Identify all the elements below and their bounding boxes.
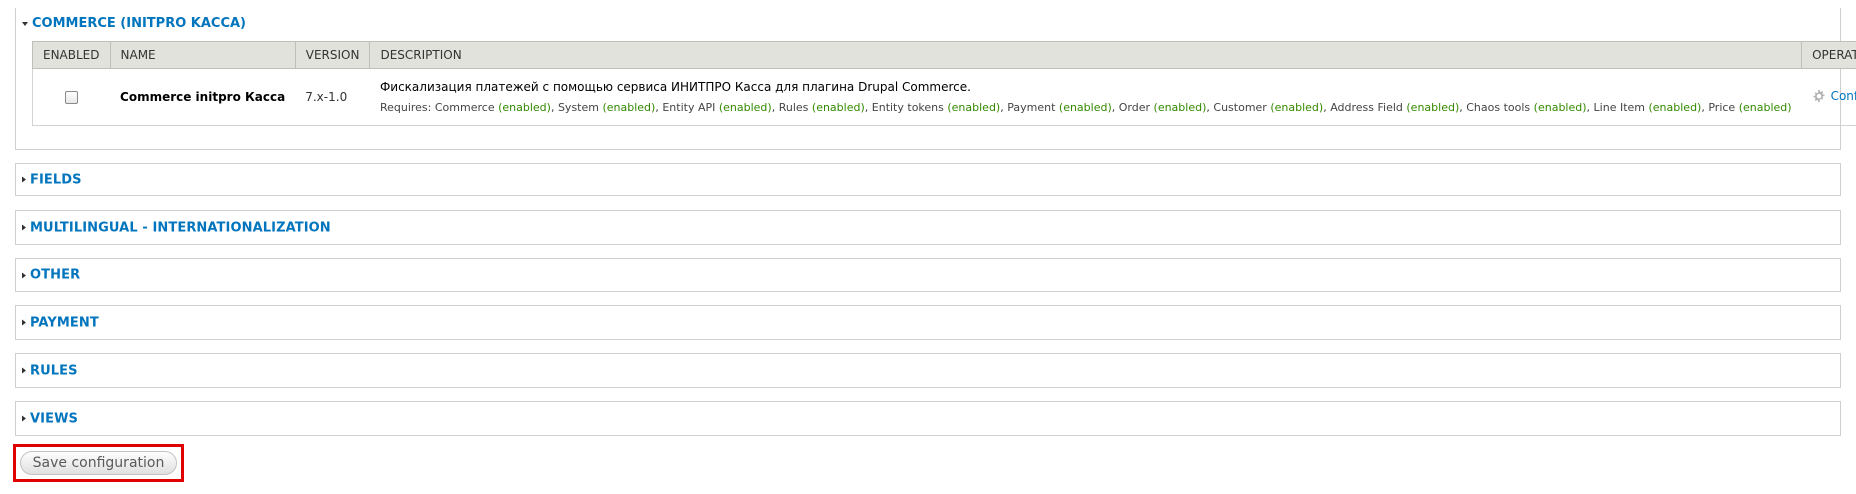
requirement-item: Rules (enabled), (778, 101, 872, 114)
requirement-item: Payment (enabled), (1007, 101, 1119, 114)
requirement-status: (enabled) (1270, 101, 1324, 114)
requirement-status: (enabled) (1648, 101, 1702, 114)
requirement-status: (enabled) (811, 101, 865, 114)
caret-right-icon (22, 272, 26, 278)
module-description: Фискализация платежей с помощью сервиса … (379, 80, 971, 94)
fieldset-title-payment: PAYMENT (30, 315, 99, 330)
caret-right-icon (22, 176, 26, 183)
enabled-checkbox[interactable] (65, 90, 78, 104)
fieldset-commerce: COMMERCE (INITPRO KACCA) ENABLED NAME VE… (15, 8, 1856, 150)
module-version: 7.x-1.0 (305, 90, 348, 104)
fieldset-payment: PAYMENT (15, 305, 1841, 340)
caret-right-icon (22, 367, 26, 374)
col-name: NAME (109, 41, 296, 69)
fieldset-title-other: OTHER (30, 267, 81, 283)
requirement-item: Commerce (enabled), (434, 101, 558, 114)
requirement-name: Rules (778, 101, 809, 114)
description-cell: Фискализация платежей с помощью сервиса … (369, 68, 1802, 126)
requirement-name: Address Field (1330, 101, 1403, 114)
requirement-item: Chaos tools (enabled), (1466, 101, 1594, 114)
caret-right-icon (22, 224, 26, 231)
fieldset-other: OTHER (15, 258, 1841, 292)
configure-label: Configure (1830, 88, 1856, 103)
fieldset-toggle-rules[interactable]: RULES (22, 363, 78, 378)
fieldset-toggle-payment[interactable]: PAYMENT (22, 315, 99, 330)
requirement-name: Commerce (434, 101, 495, 114)
requirement-status: (enabled) (947, 101, 1001, 114)
requirement-item: Line Item (enabled), (1593, 101, 1709, 114)
requires-list: Commerce (enabled), System (enabled), En… (435, 101, 1792, 114)
operations-cell: Configure (1801, 68, 1856, 126)
requirement-name: Order (1118, 101, 1151, 114)
fieldset-toggle-fields[interactable]: FIELDS (22, 172, 82, 187)
fieldset-title-views: VIEWS (30, 411, 78, 426)
requirement-item: Entity tokens (enabled), (871, 101, 1008, 114)
col-description: DESCRIPTION (369, 41, 1803, 69)
requirement-name: Price (1708, 101, 1736, 114)
version-cell: 7.x-1.0 (295, 68, 370, 126)
save-configuration-button[interactable]: Save configuration (20, 451, 177, 475)
fieldset-title-commerce: COMMERCE (INITPRO KACCA) (32, 16, 246, 31)
caret-right-icon (22, 415, 26, 422)
col-version: VERSION (294, 41, 371, 69)
fieldset-title-fields: FIELDS (30, 172, 82, 187)
fieldset-title-multilingual: MULTILINGUAL - INTERNATIONALIZATION (30, 220, 331, 235)
requirement-status: (enabled) (1058, 101, 1112, 114)
gear-icon (1813, 89, 1825, 102)
configure-link[interactable]: Configure (1812, 89, 1856, 103)
requirement-name: Chaos tools (1466, 101, 1531, 114)
module-name: Commerce initpro Касса (120, 90, 286, 104)
fieldset-title-rules: RULES (30, 363, 78, 378)
requirement-status: (enabled) (1738, 101, 1792, 114)
enabled-cell (32, 68, 111, 126)
requirement-name: Entity API (662, 101, 716, 114)
requirement-name: Line Item (1593, 101, 1645, 114)
requires-label: Requires: (379, 101, 432, 114)
table-row: Commerce initpro Касса 7.x-1.0 Фискализа… (32, 68, 1856, 126)
requirement-item: System (enabled), (557, 101, 663, 114)
requirement-item: Price (enabled) (1708, 101, 1791, 114)
fieldset-toggle-multilingual[interactable]: MULTILINGUAL - INTERNATIONALIZATION (22, 220, 331, 235)
caret-right-icon (22, 319, 26, 326)
col-operations: OPERATIONS (1801, 41, 1856, 69)
fieldset-fields: FIELDS (15, 163, 1841, 196)
save-highlight: Save configuration (13, 444, 184, 482)
fieldset-rules: RULES (15, 353, 1841, 388)
requirement-name: Customer (1213, 101, 1267, 114)
caret-down-icon (22, 21, 28, 26)
fieldset-multilingual: MULTILINGUAL - INTERNATIONALIZATION (15, 210, 1841, 245)
requirement-status: (enabled) (1533, 101, 1587, 114)
requirement-status: (enabled) (1153, 101, 1207, 114)
name-cell: Commerce initpro Касса (110, 68, 296, 126)
requirement-item: Order (enabled), (1118, 101, 1214, 114)
fieldset-toggle-views[interactable]: VIEWS (22, 411, 78, 426)
requirement-name: Entity tokens (871, 101, 944, 114)
fieldset-views: VIEWS (15, 401, 1841, 436)
fieldset-toggle-other[interactable]: OTHER (22, 268, 80, 283)
requirement-status: (enabled) (1406, 101, 1460, 114)
requirement-status: (enabled) (718, 101, 772, 114)
requirement-status: (enabled) (498, 101, 551, 114)
requirement-item: Customer (enabled), (1213, 101, 1331, 114)
module-requirements: Requires: Commerce (enabled), System (en… (380, 101, 1792, 114)
requirement-name: Payment (1007, 101, 1056, 114)
requirement-item: Entity API (enabled), (662, 101, 779, 114)
fieldset-toggle-commerce[interactable]: COMMERCE (INITPRO KACCA) (22, 16, 246, 31)
col-enabled: ENABLED (32, 41, 111, 69)
requirement-status: (enabled) (602, 101, 656, 114)
requirement-name: System (557, 101, 599, 114)
modules-table: ENABLED NAME VERSION DESCRIPTION OPERATI… (32, 41, 1856, 126)
requirement-item: Address Field (enabled), (1330, 101, 1467, 114)
